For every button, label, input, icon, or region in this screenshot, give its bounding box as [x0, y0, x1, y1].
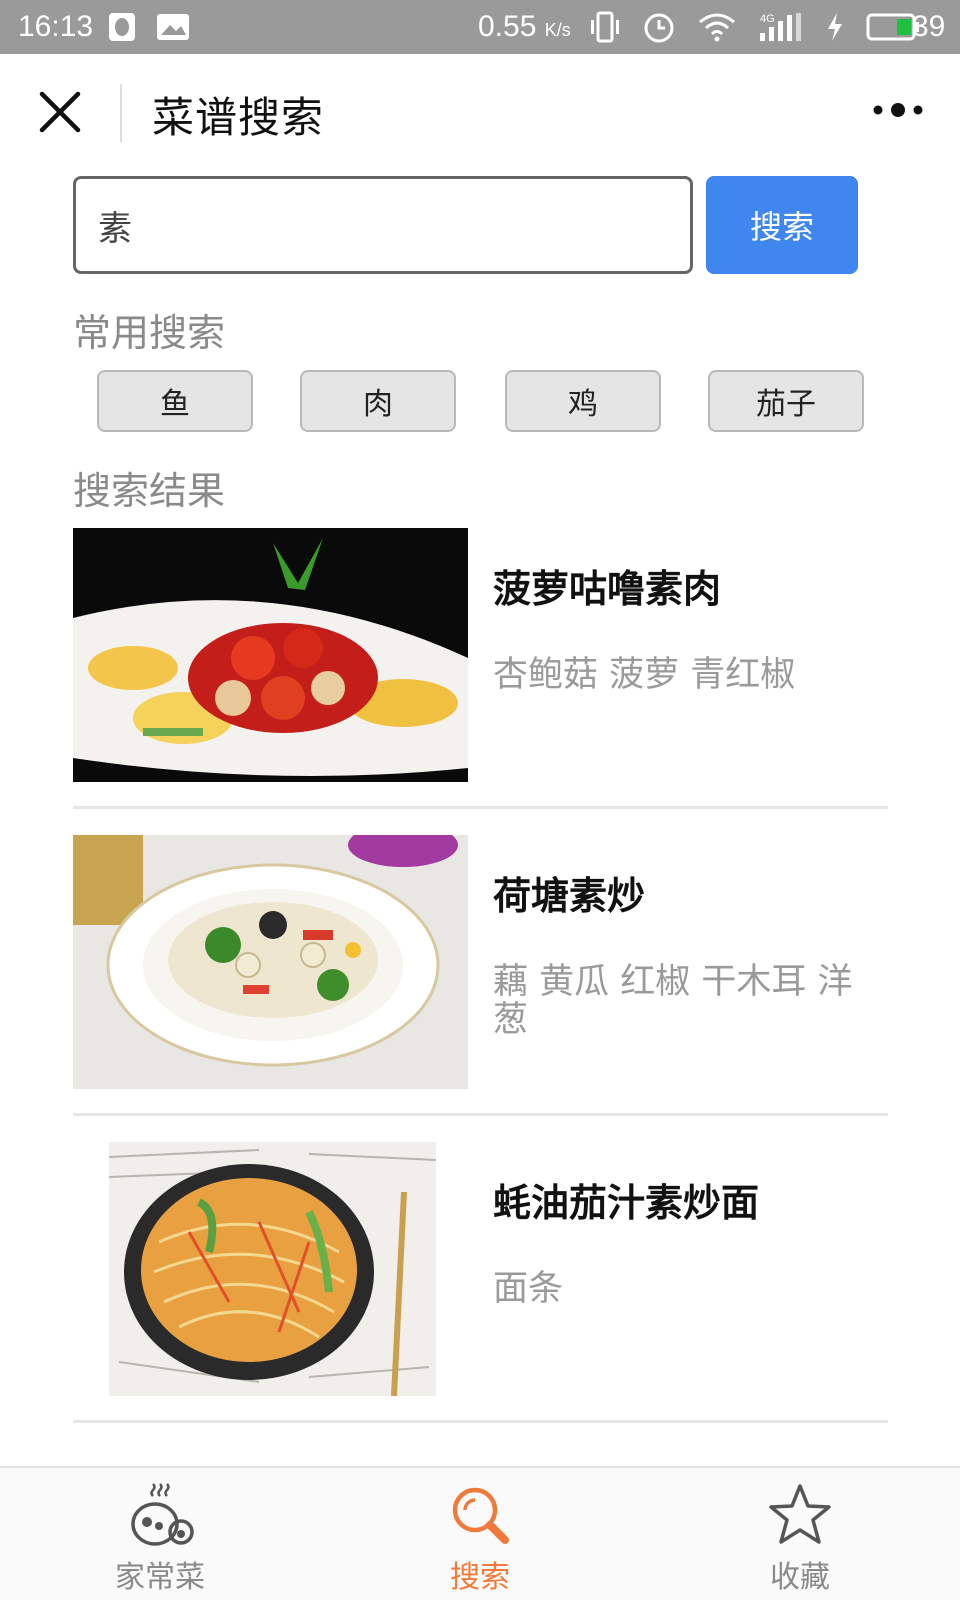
chip-meat[interactable]: 肉 [300, 370, 456, 432]
close-icon[interactable] [38, 90, 82, 134]
tab-label: 收藏 [770, 1560, 830, 1595]
page-title: 菜谱搜索 [152, 93, 325, 142]
search-input[interactable] [73, 176, 693, 274]
chip-fish[interactable]: 鱼 [97, 370, 253, 432]
recipe-photo [109, 1142, 436, 1396]
recipe-ingredients: 藕 黄瓜 红椒 干木耳 洋葱 [493, 962, 853, 1040]
common-search-chips: 鱼 肉 鸡 茄子 [97, 370, 867, 432]
result-item[interactable]: 荷塘素炒 藕 黄瓜 红椒 干木耳 洋葱 [73, 835, 888, 1116]
battery-level: 39 [912, 10, 946, 43]
result-item[interactable]: 蚝油茄汁素炒面 面条 [73, 1142, 888, 1423]
title-bar: 菜谱搜索 [0, 54, 960, 170]
vibrate-icon [591, 11, 619, 43]
tab-favorites[interactable]: 收藏 [640, 1468, 960, 1602]
wifi-icon [699, 13, 735, 42]
tab-label: 搜索 [450, 1560, 510, 1595]
recipe-ingredients: 面条 [493, 1269, 564, 1309]
search-button[interactable]: 搜索 [706, 176, 858, 274]
chip-chicken[interactable]: 鸡 [505, 370, 661, 432]
search-icon [452, 1487, 509, 1544]
network-type-label: 4G [760, 13, 775, 25]
header-divider [120, 84, 122, 142]
tab-label: 家常菜 [115, 1560, 205, 1595]
status-bar: 16:13 0.55 K/s 4G 39 [0, 0, 960, 54]
search-results-label: 搜索结果 [73, 469, 226, 513]
alarm-icon [644, 13, 674, 43]
recipe-photo [73, 835, 468, 1089]
image-notification-icon [157, 14, 189, 40]
star-icon [769, 1484, 831, 1544]
tab-home-dishes[interactable]: 家常菜 [0, 1468, 320, 1602]
more-options-icon[interactable] [872, 98, 928, 122]
recipe-photo [73, 528, 468, 782]
recipe-title: 菠萝咕噜素肉 [493, 567, 722, 611]
recipe-title: 荷塘素炒 [493, 874, 646, 918]
network-speed: 0.55 K/s [478, 10, 571, 43]
common-searches-label: 常用搜索 [73, 311, 226, 355]
chip-eggplant[interactable]: 茄子 [708, 370, 864, 432]
bottom-tab-bar: 家常菜 搜索 收藏 [0, 1466, 960, 1600]
qq-notification-icon [109, 13, 135, 41]
home-dish-icon [131, 1483, 194, 1546]
cellular-signal-icon: 4G [760, 13, 801, 41]
tab-search[interactable]: 搜索 [320, 1468, 640, 1602]
recipe-ingredients: 杏鲍菇 菠萝 青红椒 [493, 655, 796, 695]
charging-icon [828, 13, 842, 41]
recipe-title: 蚝油茄汁素炒面 [493, 1181, 760, 1225]
result-item[interactable]: 菠萝咕噜素肉 杏鲍菇 菠萝 青红椒 [73, 528, 888, 809]
status-time: 16:13 [18, 10, 94, 43]
